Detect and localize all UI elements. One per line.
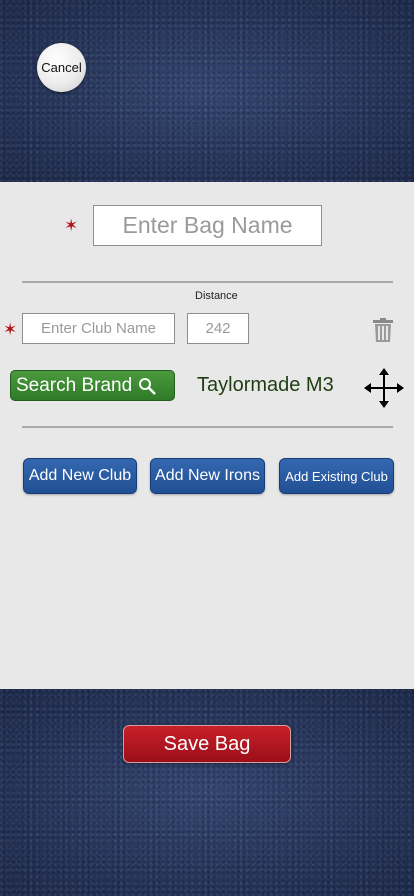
add-new-club-button[interactable]: Add New Club bbox=[23, 458, 137, 494]
save-bag-label: Save Bag bbox=[163, 732, 251, 755]
footer-background bbox=[0, 689, 414, 896]
distance-value: 242 bbox=[205, 320, 231, 337]
add-new-irons-button[interactable]: Add New Irons bbox=[150, 458, 265, 494]
distance-input[interactable]: 242 bbox=[187, 313, 249, 344]
bottom-divider bbox=[22, 426, 393, 428]
distance-label: Distance bbox=[195, 290, 238, 302]
magnifier-icon bbox=[139, 377, 157, 395]
add-existing-club-button[interactable]: Add Existing Club bbox=[279, 458, 394, 494]
form-panel: ✶ Enter Bag Name Distance ✶ Enter Club N… bbox=[0, 182, 414, 689]
add-new-irons-label: Add New Irons bbox=[155, 467, 260, 484]
move-icon[interactable] bbox=[364, 368, 404, 408]
cancel-label: Cancel bbox=[41, 60, 82, 75]
save-bag-button[interactable]: Save Bag bbox=[123, 725, 291, 763]
club-name-required-icon: ✶ bbox=[3, 320, 18, 339]
bag-name-required-icon: ✶ bbox=[64, 216, 79, 235]
club-name-placeholder: Enter Club Name bbox=[40, 320, 157, 337]
top-divider bbox=[22, 281, 393, 283]
brand-value: Taylormade M3 bbox=[197, 374, 334, 396]
cancel-button[interactable]: Cancel bbox=[37, 43, 86, 92]
club-name-input[interactable]: Enter Club Name bbox=[22, 313, 175, 344]
search-brand-label: Search Brand bbox=[16, 374, 133, 396]
trash-icon[interactable] bbox=[372, 318, 394, 342]
add-new-club-label: Add New Club bbox=[28, 467, 132, 484]
search-brand-button[interactable]: Search Brand bbox=[10, 370, 175, 401]
bag-name-input[interactable]: Enter Bag Name bbox=[93, 205, 322, 246]
bag-name-placeholder: Enter Bag Name bbox=[122, 212, 293, 238]
add-existing-club-label: Add Existing Club bbox=[285, 468, 388, 484]
